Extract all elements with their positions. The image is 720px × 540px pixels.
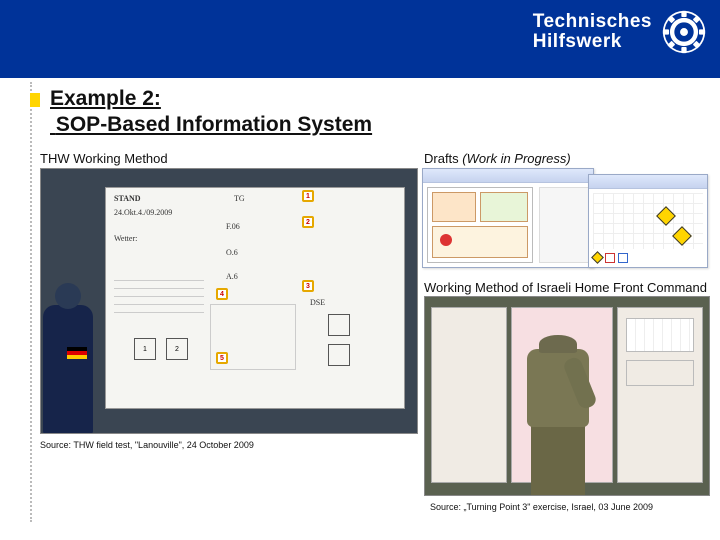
wb-badge-1: 1 xyxy=(302,190,314,202)
wb-box-1: 1 xyxy=(134,338,156,360)
header-bar: Technisches Hilfswerk xyxy=(0,0,720,78)
flag-germany-icon xyxy=(67,347,87,359)
toolbar xyxy=(593,253,703,265)
wb-a6: A.6 xyxy=(226,272,238,281)
brand-line1: Technisches xyxy=(533,12,652,32)
wb-badge-2: 2 xyxy=(302,216,314,228)
slide: Technisches Hilfswerk xyxy=(0,0,720,540)
wb-date: 24.Okt.4./09.2009 xyxy=(114,208,172,217)
side-panel xyxy=(539,187,589,263)
title-line2: SOP-Based Information System xyxy=(56,113,372,136)
panel-left xyxy=(431,307,507,483)
brand: Technisches Hilfswerk xyxy=(533,10,706,54)
window-chrome xyxy=(423,169,593,183)
tool-icon xyxy=(605,253,615,263)
person-silhouette xyxy=(40,283,107,433)
wb-grid xyxy=(114,274,204,320)
panel-right xyxy=(617,307,703,483)
drafts-area xyxy=(422,168,708,270)
drafts-paren: (Work in Progress) xyxy=(462,151,570,166)
drafts-label: Drafts xyxy=(424,151,459,166)
wb-box-4 xyxy=(328,344,350,366)
slide-title: Example 2: SOP-Based Information System xyxy=(50,86,372,139)
hazard-icon xyxy=(591,251,604,264)
photo-israel xyxy=(424,296,710,496)
marker-icon xyxy=(440,234,452,246)
subtitle-israel: Working Method of Israeli Home Front Com… xyxy=(424,280,707,295)
floorplan xyxy=(427,187,533,263)
wb-badge-5: 5 xyxy=(216,352,228,364)
photo-thw: STAND 24.Okt.4./09.2009 Wetter: TG F.06 … xyxy=(40,168,418,434)
hat-icon xyxy=(539,335,577,353)
wb-badge-3: 3 xyxy=(302,280,314,292)
left-dotted-rule xyxy=(30,82,32,522)
title-accent xyxy=(30,93,40,107)
wb-wetter: Wetter: xyxy=(114,234,137,243)
wb-badge-4: 4 xyxy=(216,288,228,300)
caption-thw: Source: THW field test, "Lanouville", 24… xyxy=(40,440,254,450)
subtitle-drafts: Drafts (Work in Progress) xyxy=(424,151,571,166)
window-body xyxy=(589,189,707,267)
subtitle-thw: THW Working Method xyxy=(40,151,168,166)
title-line1: Example 2: xyxy=(50,87,161,110)
hazard-icon xyxy=(672,226,692,246)
wb-box-2: 2 xyxy=(166,338,188,360)
window-body xyxy=(423,183,593,267)
app-window-left xyxy=(422,168,594,268)
tool-icon xyxy=(618,253,628,263)
thw-gear-icon xyxy=(662,10,706,54)
wb-box-3 xyxy=(328,314,350,336)
wb-stand: STAND xyxy=(114,194,141,203)
brand-line2: Hilfswerk xyxy=(533,32,652,52)
wb-f06: F.06 xyxy=(226,222,240,231)
grid-canvas xyxy=(593,193,703,249)
app-window-right xyxy=(588,174,708,268)
window-chrome xyxy=(589,175,707,189)
caption-israel: Source: „Turning Point 3" exercise, Isra… xyxy=(430,502,653,512)
wb-dse: DSE xyxy=(310,298,325,307)
hazard-icon xyxy=(656,206,676,226)
wb-tg: TG xyxy=(234,194,245,203)
wb-o6: O.6 xyxy=(226,248,238,257)
brand-text: Technisches Hilfswerk xyxy=(533,12,652,52)
whiteboard: STAND 24.Okt.4./09.2009 Wetter: TG F.06 … xyxy=(105,187,405,409)
soldier-silhouette xyxy=(519,335,597,495)
